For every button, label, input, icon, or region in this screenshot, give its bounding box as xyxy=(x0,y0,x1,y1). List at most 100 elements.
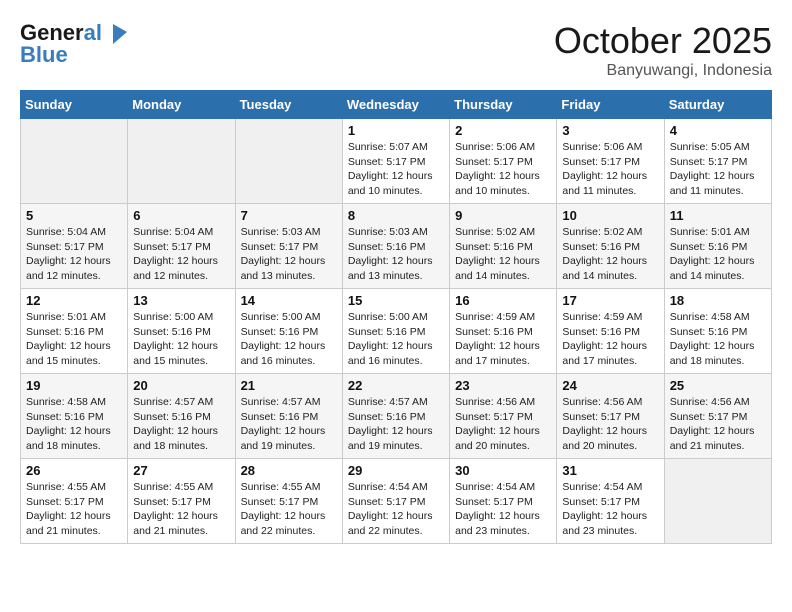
day-number: 7 xyxy=(241,208,337,223)
day-number: 23 xyxy=(455,378,551,393)
calendar-cell: 5 Sunrise: 5:04 AM Sunset: 5:17 PM Daylig… xyxy=(21,204,128,289)
day-number: 22 xyxy=(348,378,444,393)
calendar-cell xyxy=(664,459,771,544)
weekday-header-saturday: Saturday xyxy=(664,91,771,119)
day-number: 5 xyxy=(26,208,122,223)
day-number: 10 xyxy=(562,208,658,223)
day-number: 18 xyxy=(670,293,766,308)
day-number: 24 xyxy=(562,378,658,393)
calendar-cell: 29 Sunrise: 4:54 AM Sunset: 5:17 PM Dayli… xyxy=(342,459,449,544)
day-number: 30 xyxy=(455,463,551,478)
calendar-cell: 21 Sunrise: 4:57 AM Sunset: 5:16 PM Dayli… xyxy=(235,374,342,459)
day-number: 11 xyxy=(670,208,766,223)
calendar-cell: 9 Sunrise: 5:02 AM Sunset: 5:16 PM Daylig… xyxy=(450,204,557,289)
weekday-header-tuesday: Tuesday xyxy=(235,91,342,119)
calendar-cell: 23 Sunrise: 4:56 AM Sunset: 5:17 PM Dayli… xyxy=(450,374,557,459)
day-info: Sunrise: 4:57 AM Sunset: 5:16 PM Dayligh… xyxy=(241,395,337,454)
day-number: 6 xyxy=(133,208,229,223)
day-info: Sunrise: 5:02 AM Sunset: 5:16 PM Dayligh… xyxy=(455,225,551,284)
calendar-cell: 27 Sunrise: 4:55 AM Sunset: 5:17 PM Dayli… xyxy=(128,459,235,544)
day-info: Sunrise: 5:04 AM Sunset: 5:17 PM Dayligh… xyxy=(26,225,122,284)
day-info: Sunrise: 4:59 AM Sunset: 5:16 PM Dayligh… xyxy=(562,310,658,369)
day-number: 15 xyxy=(348,293,444,308)
calendar-week-row: 26 Sunrise: 4:55 AM Sunset: 5:17 PM Dayli… xyxy=(21,459,772,544)
calendar-cell: 19 Sunrise: 4:58 AM Sunset: 5:16 PM Dayli… xyxy=(21,374,128,459)
day-info: Sunrise: 4:57 AM Sunset: 5:16 PM Dayligh… xyxy=(348,395,444,454)
calendar-cell: 13 Sunrise: 5:00 AM Sunset: 5:16 PM Dayli… xyxy=(128,289,235,374)
day-info: Sunrise: 4:55 AM Sunset: 5:17 PM Dayligh… xyxy=(133,480,229,539)
day-info: Sunrise: 4:55 AM Sunset: 5:17 PM Dayligh… xyxy=(241,480,337,539)
title-block: October 2025 Banyuwangi, Indonesia xyxy=(554,20,772,80)
day-number: 29 xyxy=(348,463,444,478)
day-number: 2 xyxy=(455,123,551,138)
calendar-cell: 28 Sunrise: 4:55 AM Sunset: 5:17 PM Dayli… xyxy=(235,459,342,544)
logo-icon xyxy=(109,22,129,46)
day-info: Sunrise: 5:05 AM Sunset: 5:17 PM Dayligh… xyxy=(670,140,766,199)
day-info: Sunrise: 4:58 AM Sunset: 5:16 PM Dayligh… xyxy=(26,395,122,454)
calendar-week-row: 12Sunrise: 5:01 AM Sunset: 5:16 PM Dayli… xyxy=(21,289,772,374)
weekday-header-sunday: Sunday xyxy=(21,91,128,119)
weekday-header-wednesday: Wednesday xyxy=(342,91,449,119)
calendar-cell xyxy=(21,119,128,204)
calendar-cell: 20 Sunrise: 4:57 AM Sunset: 5:16 PM Dayli… xyxy=(128,374,235,459)
calendar-cell: 18 Sunrise: 4:58 AM Sunset: 5:16 PM Dayli… xyxy=(664,289,771,374)
day-info: Sunrise: 5:01 AM Sunset: 5:16 PM Dayligh… xyxy=(670,225,766,284)
day-number: 20 xyxy=(133,378,229,393)
day-info: Sunrise: 5:07 AM Sunset: 5:17 PM Dayligh… xyxy=(348,140,444,199)
calendar-cell xyxy=(128,119,235,204)
weekday-header-thursday: Thursday xyxy=(450,91,557,119)
day-number: 13 xyxy=(133,293,229,308)
location: Banyuwangi, Indonesia xyxy=(554,62,772,80)
calendar-week-row: 5 Sunrise: 5:04 AM Sunset: 5:17 PM Daylig… xyxy=(21,204,772,289)
day-info: Sunrise: 4:59 AM Sunset: 5:16 PM Dayligh… xyxy=(455,310,551,369)
day-info: Sunrise: 5:03 AM Sunset: 5:17 PM Dayligh… xyxy=(241,225,337,284)
weekday-header-row: SundayMondayTuesdayWednesdayThursdayFrid… xyxy=(21,91,772,119)
month-title: October 2025 xyxy=(554,20,772,62)
calendar-cell: 25 Sunrise: 4:56 AM Sunset: 5:17 PM Dayli… xyxy=(664,374,771,459)
day-info: Sunrise: 5:03 AM Sunset: 5:16 PM Dayligh… xyxy=(348,225,444,284)
day-number: 27 xyxy=(133,463,229,478)
day-info: Sunrise: 4:56 AM Sunset: 5:17 PM Dayligh… xyxy=(670,395,766,454)
day-number: 17 xyxy=(562,293,658,308)
day-info: Sunrise: 5:00 AM Sunset: 5:16 PM Dayligh… xyxy=(133,310,229,369)
day-number: 1 xyxy=(348,123,444,138)
day-info: Sunrise: 4:58 AM Sunset: 5:16 PM Dayligh… xyxy=(670,310,766,369)
calendar-cell: 14Sunrise: 5:00 AM Sunset: 5:16 PM Dayli… xyxy=(235,289,342,374)
day-number: 28 xyxy=(241,463,337,478)
calendar-cell: 12Sunrise: 5:01 AM Sunset: 5:16 PM Dayli… xyxy=(21,289,128,374)
day-number: 3 xyxy=(562,123,658,138)
calendar-cell: 10Sunrise: 5:02 AM Sunset: 5:16 PM Dayli… xyxy=(557,204,664,289)
weekday-header-monday: Monday xyxy=(128,91,235,119)
calendar-cell: 17 Sunrise: 4:59 AM Sunset: 5:16 PM Dayli… xyxy=(557,289,664,374)
calendar-cell: 22 Sunrise: 4:57 AM Sunset: 5:16 PM Dayli… xyxy=(342,374,449,459)
calendar-cell: 7 Sunrise: 5:03 AM Sunset: 5:17 PM Daylig… xyxy=(235,204,342,289)
day-info: Sunrise: 4:54 AM Sunset: 5:17 PM Dayligh… xyxy=(348,480,444,539)
calendar-cell: 16Sunrise: 4:59 AM Sunset: 5:16 PM Dayli… xyxy=(450,289,557,374)
day-number: 19 xyxy=(26,378,122,393)
calendar-cell: 4 Sunrise: 5:05 AM Sunset: 5:17 PM Daylig… xyxy=(664,119,771,204)
day-info: Sunrise: 5:06 AM Sunset: 5:17 PM Dayligh… xyxy=(455,140,551,199)
day-info: Sunrise: 5:04 AM Sunset: 5:17 PM Dayligh… xyxy=(133,225,229,284)
day-number: 9 xyxy=(455,208,551,223)
day-number: 25 xyxy=(670,378,766,393)
day-info: Sunrise: 4:55 AM Sunset: 5:17 PM Dayligh… xyxy=(26,480,122,539)
day-info: Sunrise: 4:56 AM Sunset: 5:17 PM Dayligh… xyxy=(562,395,658,454)
calendar-week-row: 19 Sunrise: 4:58 AM Sunset: 5:16 PM Dayli… xyxy=(21,374,772,459)
page-header: General Blue October 2025 Banyuwangi, In… xyxy=(20,20,772,80)
calendar-cell: 11 Sunrise: 5:01 AM Sunset: 5:16 PM Dayli… xyxy=(664,204,771,289)
calendar-cell: 1 Sunrise: 5:07 AM Sunset: 5:17 PM Daylig… xyxy=(342,119,449,204)
day-number: 21 xyxy=(241,378,337,393)
day-number: 4 xyxy=(670,123,766,138)
logo: General Blue xyxy=(20,20,129,68)
calendar-cell: 6 Sunrise: 5:04 AM Sunset: 5:17 PM Daylig… xyxy=(128,204,235,289)
day-info: Sunrise: 4:54 AM Sunset: 5:17 PM Dayligh… xyxy=(562,480,658,539)
day-number: 8 xyxy=(348,208,444,223)
calendar-cell: 15Sunrise: 5:00 AM Sunset: 5:16 PM Dayli… xyxy=(342,289,449,374)
day-info: Sunrise: 4:57 AM Sunset: 5:16 PM Dayligh… xyxy=(133,395,229,454)
calendar-cell: 3 Sunrise: 5:06 AM Sunset: 5:17 PM Daylig… xyxy=(557,119,664,204)
calendar-week-row: 1 Sunrise: 5:07 AM Sunset: 5:17 PM Daylig… xyxy=(21,119,772,204)
day-info: Sunrise: 4:56 AM Sunset: 5:17 PM Dayligh… xyxy=(455,395,551,454)
day-number: 26 xyxy=(26,463,122,478)
day-info: Sunrise: 5:06 AM Sunset: 5:17 PM Dayligh… xyxy=(562,140,658,199)
day-info: Sunrise: 5:01 AM Sunset: 5:16 PM Dayligh… xyxy=(26,310,122,369)
